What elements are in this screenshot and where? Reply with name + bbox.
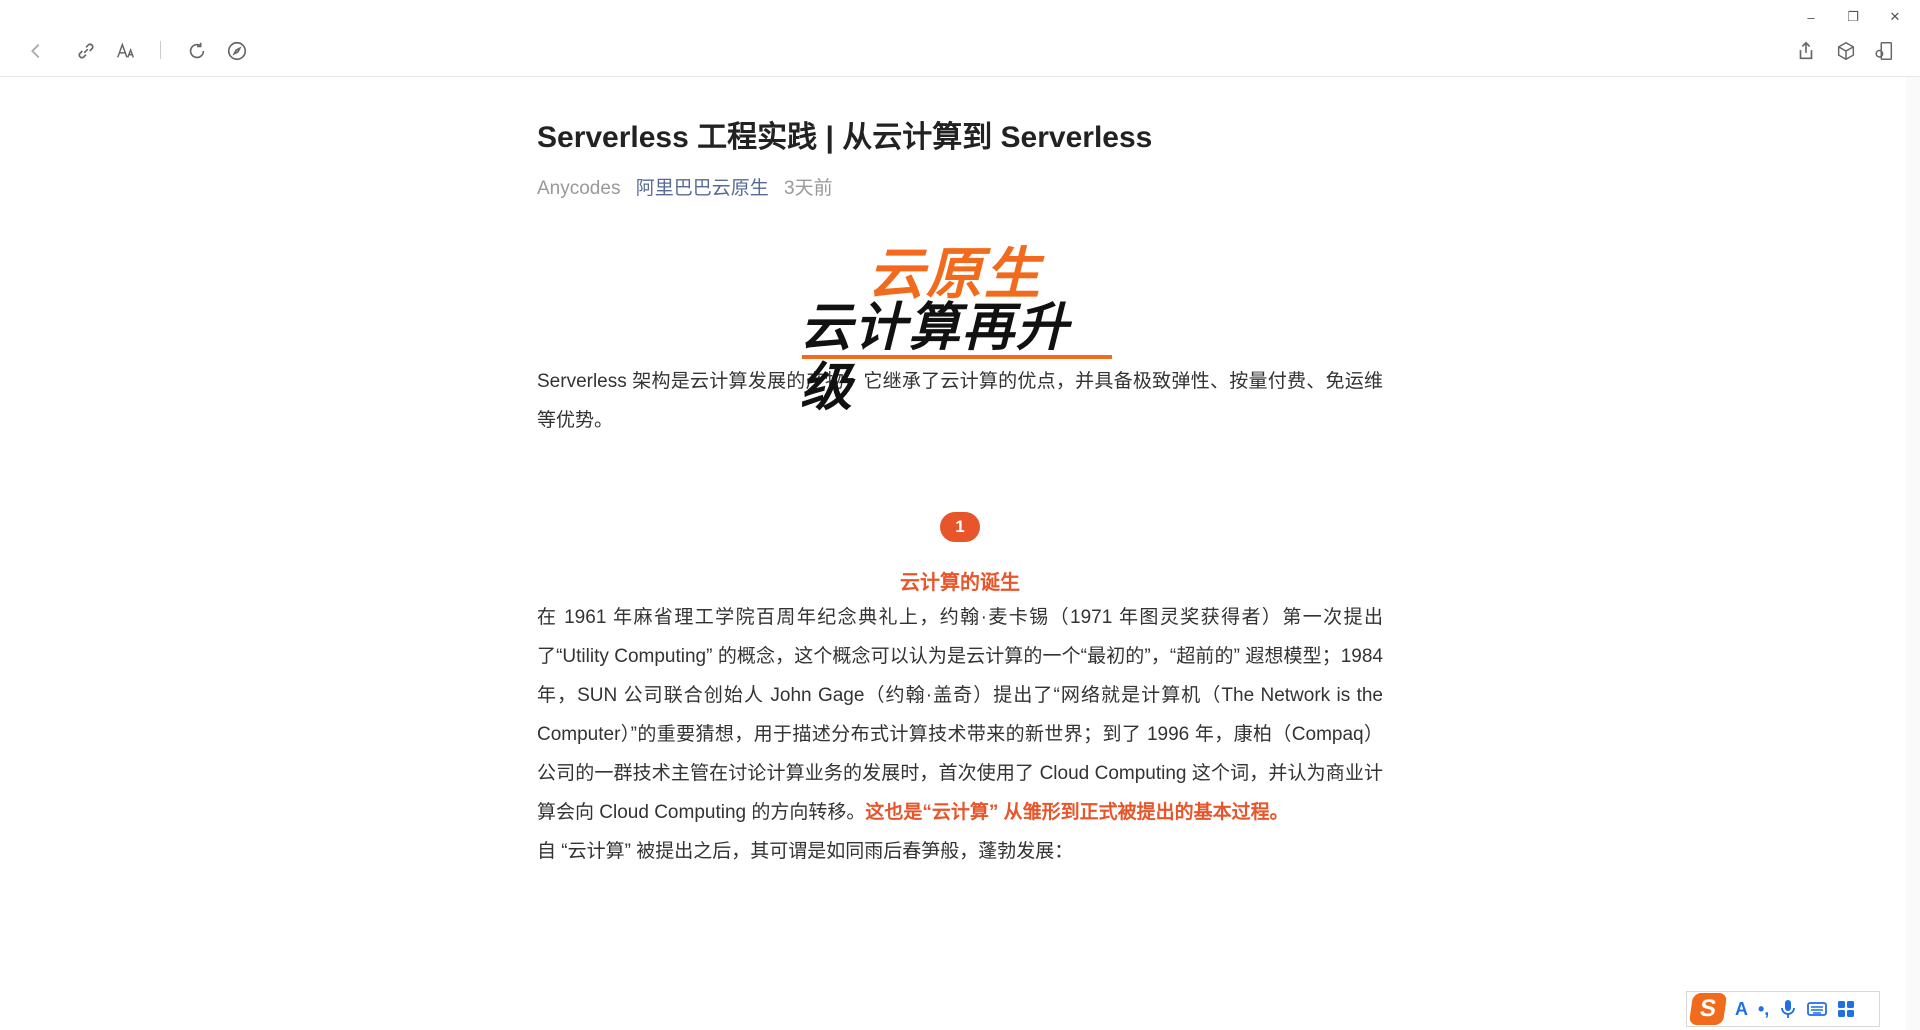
toolbar xyxy=(0,0,1920,77)
toolbar-separator xyxy=(160,41,161,59)
cube-icon xyxy=(1837,41,1855,61)
open-window-icon xyxy=(1875,42,1893,60)
scrollbar[interactable] xyxy=(1906,77,1920,1030)
refresh-icon xyxy=(189,42,205,59)
article-time: 3天前 xyxy=(784,178,833,199)
share-button[interactable] xyxy=(1792,37,1820,65)
section-title: 云计算的诞生 xyxy=(900,572,1020,594)
ime-toolbar: S A •, xyxy=(1686,991,1880,1027)
keyboard-icon[interactable] xyxy=(1807,1001,1828,1017)
open-in-browser-button[interactable] xyxy=(223,37,251,65)
article: Serverless 工程实践 | 从云计算到 Serverless Anyco… xyxy=(537,100,1383,871)
history-paragraph: 在 1961 年麻省理工学院百周年纪念典礼上，约翰·麦卡锡（1971 年图灵奖获… xyxy=(537,598,1383,832)
ime-mode-toggle[interactable]: A xyxy=(1735,999,1748,1020)
share-icon xyxy=(1799,41,1813,60)
history-highlight: 这也是“云计算” 从雏形到正式被提出的基本过程。 xyxy=(865,802,1289,823)
back-button[interactable] xyxy=(22,37,50,65)
link-icon xyxy=(78,43,94,59)
banner-line1: 云原生 xyxy=(868,242,1042,305)
banner-underline xyxy=(802,355,1112,359)
section-number-wrap: 1 xyxy=(537,512,1383,542)
article-title: Serverless 工程实践 | 从云计算到 Serverless xyxy=(537,121,1153,154)
grid-icon[interactable] xyxy=(1837,1000,1855,1018)
article-source-link[interactable]: 阿里巴巴云原生 xyxy=(636,178,769,199)
article-author: Anycodes xyxy=(537,178,621,199)
refresh-button[interactable] xyxy=(183,37,211,65)
microphone-icon[interactable] xyxy=(1779,999,1797,1019)
miniprogram-button[interactable] xyxy=(1832,37,1860,65)
ime-punctuation-toggle[interactable]: •, xyxy=(1758,999,1769,1020)
section-number-badge: 1 xyxy=(940,512,980,542)
chevron-left-icon xyxy=(31,43,40,59)
font-size-icon xyxy=(117,42,135,58)
compass-icon xyxy=(227,41,247,61)
open-window-button[interactable] xyxy=(1870,37,1898,65)
copy-link-button[interactable] xyxy=(72,37,100,65)
history-text: 在 1961 年麻省理工学院百周年纪念典礼上，约翰·麦卡锡（1971 年图灵奖获… xyxy=(537,607,1383,823)
font-size-button[interactable] xyxy=(112,37,140,65)
ime-logo[interactable]: S xyxy=(1688,993,1728,1025)
article-meta: Anycodes 阿里巴巴云原生 3天前 xyxy=(537,176,1383,202)
growth-paragraph: 自 “云计算” 被提出之后，其可谓是如同雨后春笋般，蓬勃发展： xyxy=(537,841,1074,862)
cloud-native-banner-image: 云原生 云计算再升级 xyxy=(800,242,1120,417)
